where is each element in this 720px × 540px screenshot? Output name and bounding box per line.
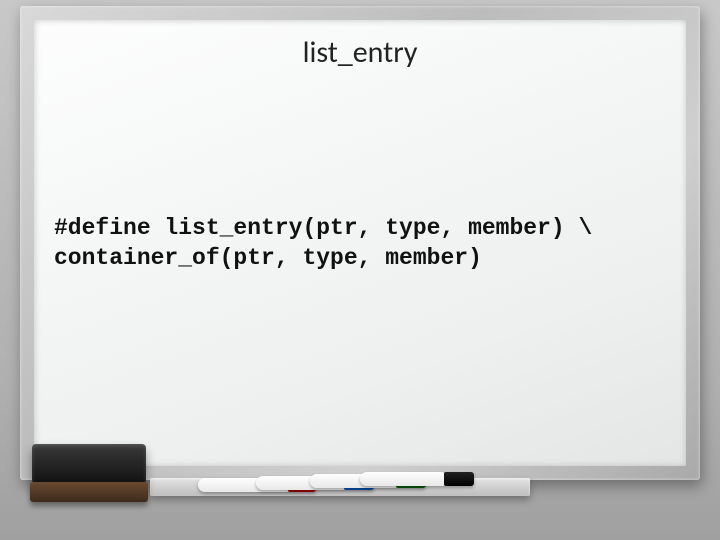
marker-3 [360, 472, 474, 486]
whiteboard-eraser [30, 444, 148, 504]
code-block: #define list_entry(ptr, type, member) \ … [54, 214, 592, 274]
marker-body [360, 472, 444, 486]
whiteboard-frame: list_entry #define list_entry(ptr, type,… [20, 6, 700, 480]
code-line-1: #define list_entry(ptr, type, member) \ [54, 215, 592, 241]
code-line-2: container_of(ptr, type, member) [54, 245, 482, 271]
whiteboard-surface: list_entry #define list_entry(ptr, type,… [34, 20, 686, 466]
eraser-grip [32, 444, 146, 484]
slide-stage: list_entry #define list_entry(ptr, type,… [0, 0, 720, 540]
marker-cap [444, 472, 474, 486]
slide-title: list_entry [34, 34, 686, 71]
eraser-felt [30, 482, 148, 502]
